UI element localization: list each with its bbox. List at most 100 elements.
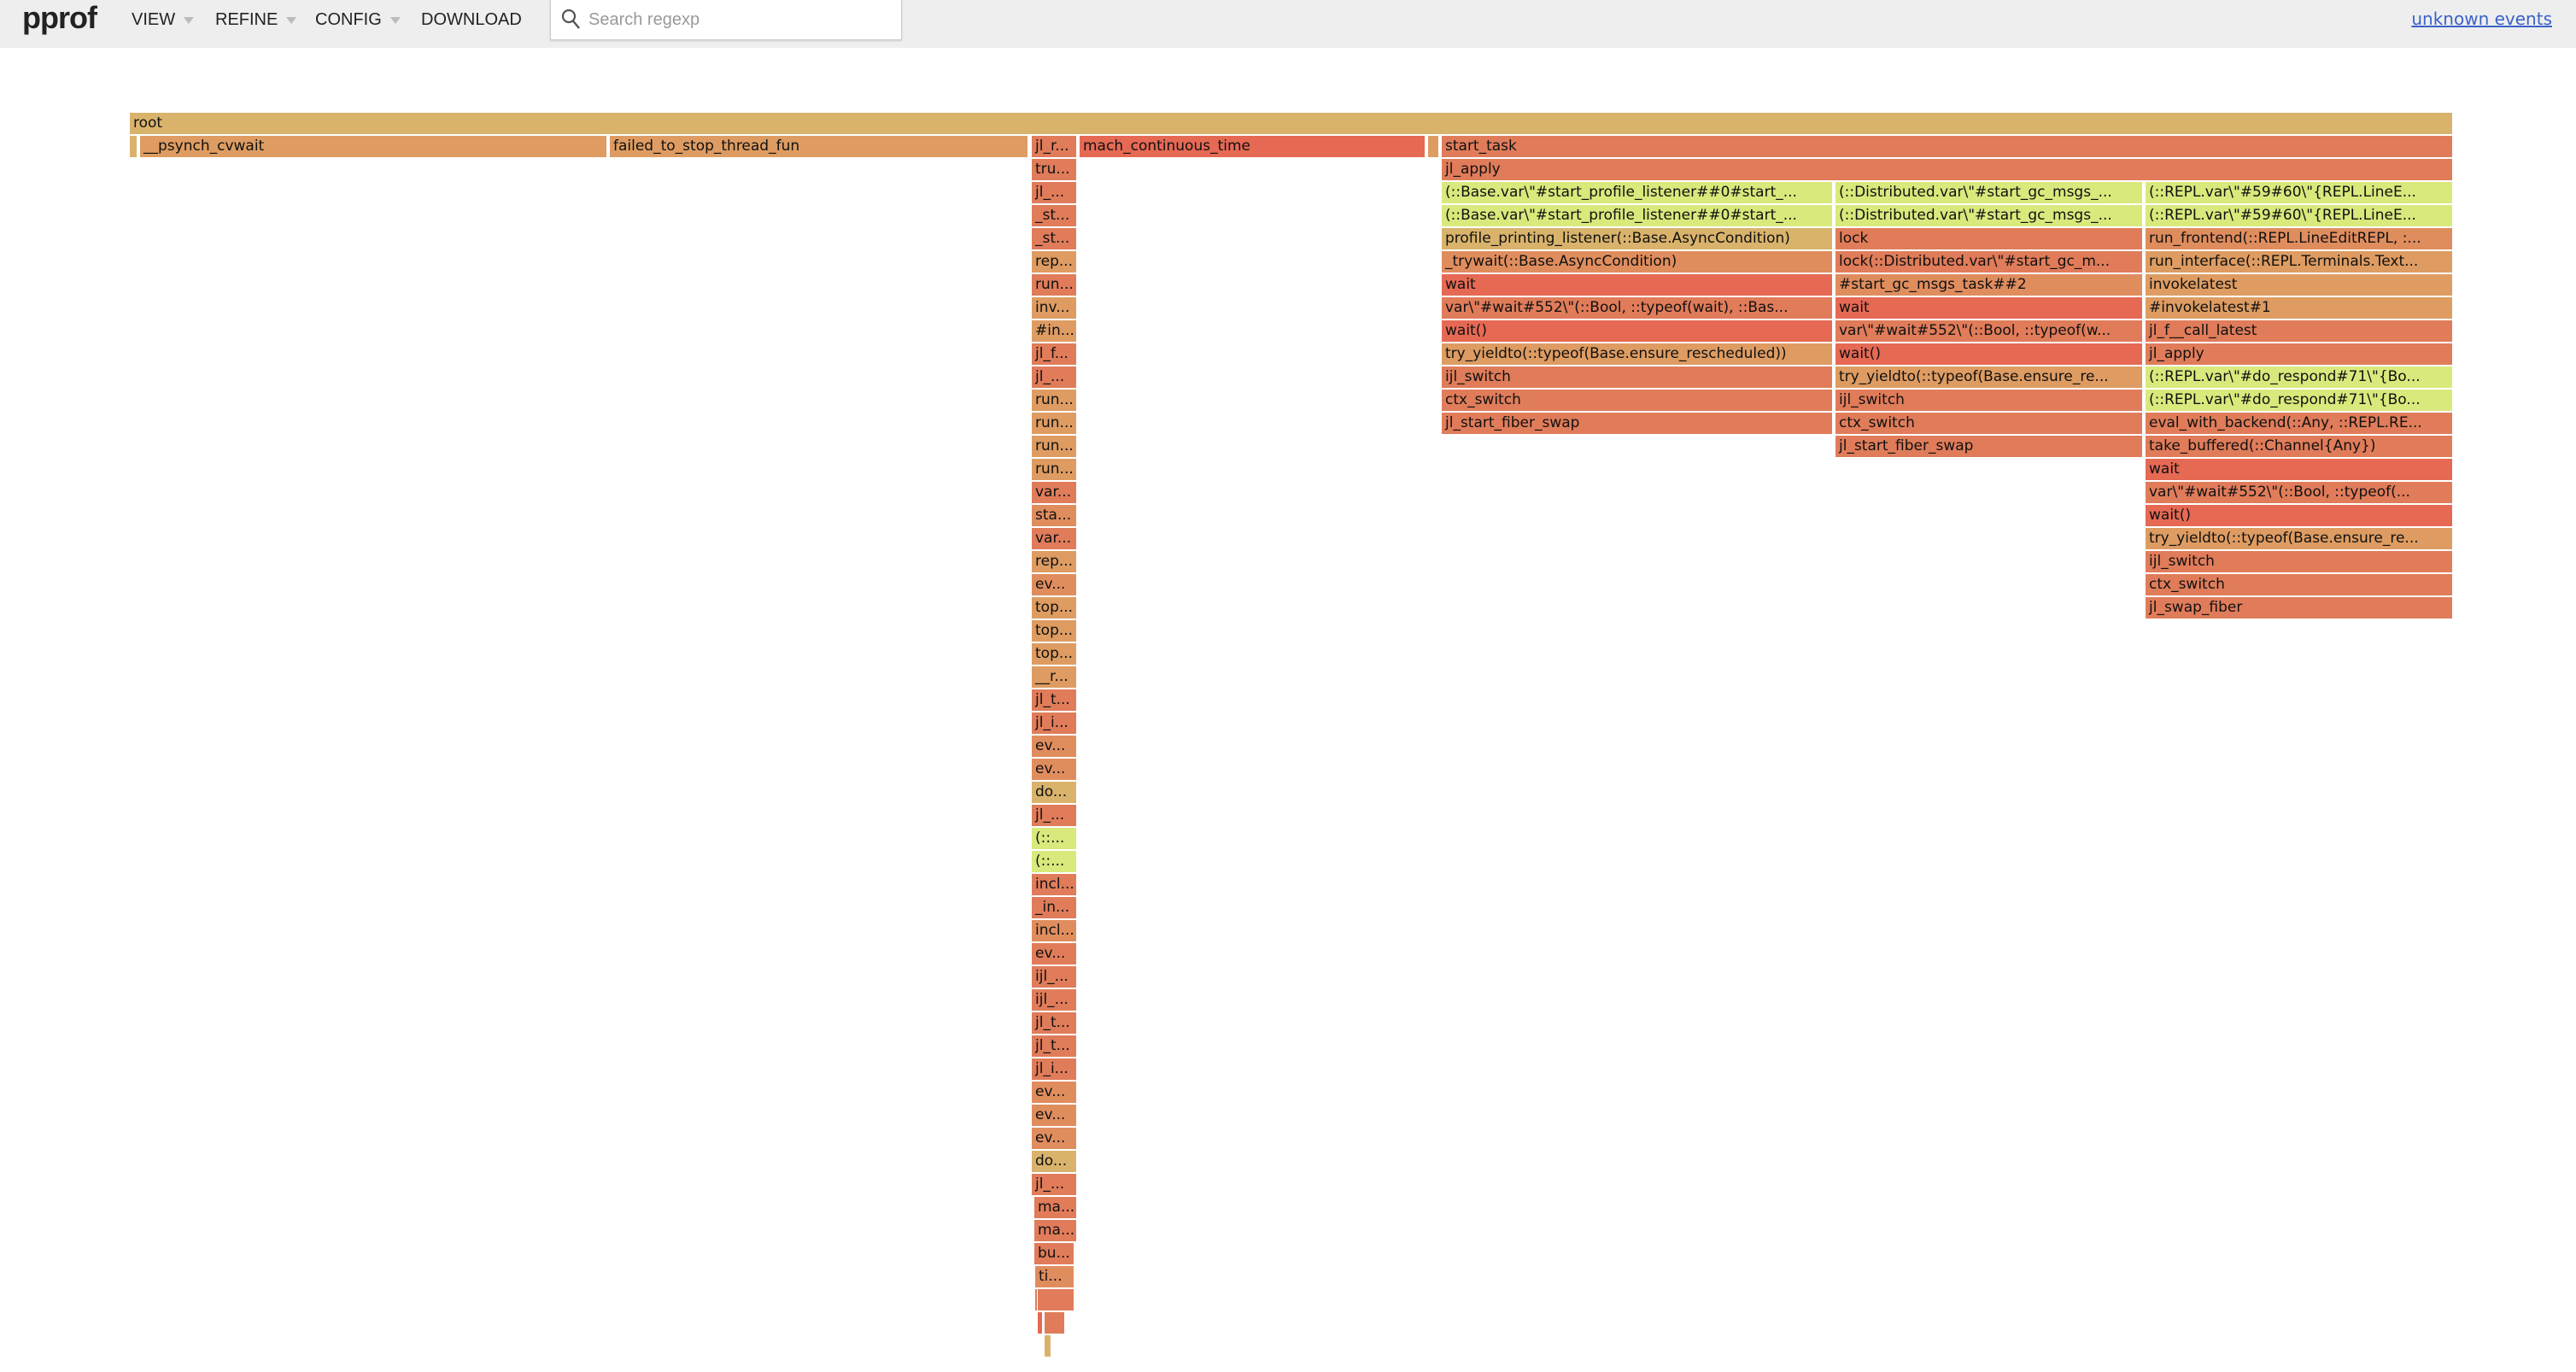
flame-frame[interactable]: top... xyxy=(1032,643,1076,665)
flame-frame[interactable]: rep... xyxy=(1032,251,1076,273)
flame-frame[interactable]: run... xyxy=(1032,436,1076,457)
flame-frame[interactable]: (::Distributed.var\"#start_gc_msgs_... xyxy=(1835,182,2142,203)
flame-frame[interactable]: jl_... xyxy=(1032,366,1076,388)
flame-frame[interactable]: bu... xyxy=(1034,1243,1074,1264)
flame-frame[interactable]: jl_start_fiber_swap xyxy=(1835,436,2142,457)
flame-frame[interactable]: run... xyxy=(1032,274,1076,296)
flame-frame[interactable]: wait xyxy=(1442,274,1832,296)
flame-frame[interactable]: incl... xyxy=(1032,874,1076,895)
flame-frame[interactable]: var\"#wait#552\"(::Bool, ::typeof(w... xyxy=(1835,320,2142,342)
flame-frame[interactable]: jl_f__call_latest xyxy=(2146,320,2452,342)
flame-frame[interactable]: #start_gc_msgs_task##2 xyxy=(1835,274,2142,296)
flame-frame[interactable]: ijl_... xyxy=(1032,966,1076,988)
flame-frame[interactable] xyxy=(1038,1289,1074,1310)
flame-frame[interactable]: failed_to_stop_thread_fun xyxy=(610,136,1027,157)
flame-frame[interactable] xyxy=(130,136,137,157)
flame-frame[interactable]: jl_apply xyxy=(2146,343,2452,365)
flame-frame[interactable] xyxy=(1035,1289,1037,1310)
flame-frame[interactable]: _st... xyxy=(1032,228,1076,249)
flame-frame[interactable] xyxy=(1428,136,1438,157)
flame-frame[interactable]: wait() xyxy=(2146,505,2452,526)
flame-frame[interactable]: start_task xyxy=(1442,136,2452,157)
flame-frame[interactable]: (::... xyxy=(1032,828,1076,849)
flame-frame[interactable]: run... xyxy=(1032,459,1076,480)
flame-frame[interactable]: root xyxy=(130,113,2452,134)
flame-frame[interactable]: ctx_switch xyxy=(1442,390,1832,411)
flame-frame[interactable]: run_interface(::REPL.Terminals.Text... xyxy=(2146,251,2452,273)
flame-frame[interactable]: profile_printing_listener(::Base.AsyncCo… xyxy=(1442,228,1832,249)
flame-frame[interactable]: ijl_... xyxy=(1032,989,1076,1011)
flame-frame[interactable]: ti... xyxy=(1035,1266,1074,1287)
flame-frame[interactable]: wait() xyxy=(1835,343,2142,365)
flame-frame[interactable]: wait xyxy=(2146,459,2452,480)
flame-frame[interactable]: jl_... xyxy=(1032,182,1076,203)
flame-frame[interactable]: top... xyxy=(1032,597,1076,619)
flame-frame[interactable]: lock(::Distributed.var\"#start_gc_m... xyxy=(1835,251,2142,273)
flame-frame[interactable]: _in... xyxy=(1032,897,1076,918)
flame-frame[interactable]: lock xyxy=(1835,228,2142,249)
flame-frame[interactable]: ev... xyxy=(1032,1105,1076,1126)
flame-frame[interactable]: ev... xyxy=(1032,1128,1076,1149)
flame-frame[interactable]: jl_start_fiber_swap xyxy=(1442,413,1832,434)
flame-frame[interactable]: ijl_switch xyxy=(1835,390,2142,411)
flame-frame[interactable]: _trywait(::Base.AsyncCondition) xyxy=(1442,251,1832,273)
flame-frame[interactable]: wait xyxy=(1835,297,2142,319)
flame-frame[interactable]: ijl_switch xyxy=(1442,366,1832,388)
flame-frame[interactable]: jl_apply xyxy=(1442,159,2452,180)
flame-frame[interactable]: jl_i... xyxy=(1032,712,1076,734)
flame-frame[interactable]: jl_r... xyxy=(1032,136,1076,157)
flame-frame[interactable]: jl_f... xyxy=(1032,343,1076,365)
flame-frame[interactable]: invokelatest xyxy=(2146,274,2452,296)
flame-frame[interactable]: ma... xyxy=(1034,1197,1076,1218)
flame-frame[interactable]: ev... xyxy=(1032,943,1076,965)
flame-frame[interactable]: ev... xyxy=(1032,574,1076,595)
flame-frame[interactable]: sta... xyxy=(1032,505,1076,526)
flame-frame[interactable]: rep... xyxy=(1032,551,1076,572)
flame-frame[interactable]: var\"#wait#552\"(::Bool, ::typeof(... xyxy=(2146,482,2452,503)
flame-frame[interactable]: wait() xyxy=(1442,320,1832,342)
flame-frame[interactable] xyxy=(1045,1335,1051,1357)
flame-frame[interactable]: ctx_switch xyxy=(1835,413,2142,434)
flame-frame[interactable]: incl... xyxy=(1032,920,1076,941)
flame-frame[interactable]: tru... xyxy=(1032,159,1076,180)
flame-frame[interactable]: inv... xyxy=(1032,297,1076,319)
flame-frame[interactable]: (::Distributed.var\"#start_gc_msgs_... xyxy=(1835,205,2142,226)
flame-frame[interactable]: run_frontend(::REPL.LineEditREPL, :... xyxy=(2146,228,2452,249)
flame-frame[interactable]: ma... xyxy=(1034,1220,1076,1241)
flame-frame[interactable]: ev... xyxy=(1032,759,1076,780)
flame-frame[interactable]: (::Base.var\"#start_profile_listener##0#… xyxy=(1442,205,1832,226)
flame-frame[interactable]: run... xyxy=(1032,413,1076,434)
flame-frame[interactable]: mach_continuous_time xyxy=(1080,136,1425,157)
flame-frame[interactable]: (::Base.var\"#start_profile_listener##0#… xyxy=(1442,182,1832,203)
flame-frame[interactable]: __psynch_cvwait xyxy=(140,136,606,157)
flame-frame[interactable]: jl_swap_fiber xyxy=(2146,597,2452,619)
flame-frame[interactable]: (::REPL.var\"#do_respond#71\"{Bo... xyxy=(2146,390,2452,411)
flame-frame[interactable]: ijl_switch xyxy=(2146,551,2452,572)
flame-frame[interactable]: (::REPL.var\"#do_respond#71\"{Bo... xyxy=(2146,366,2452,388)
flame-frame[interactable]: __r... xyxy=(1032,666,1076,688)
flame-frame[interactable]: #invokelatest#1 xyxy=(2146,297,2452,319)
flame-frame[interactable]: do... xyxy=(1032,1151,1076,1172)
flame-frame[interactable]: jl_... xyxy=(1032,805,1076,826)
flame-frame[interactable]: var... xyxy=(1032,528,1076,549)
flame-frame[interactable]: jl_t... xyxy=(1032,1035,1076,1057)
flame-frame[interactable]: ctx_switch xyxy=(2146,574,2452,595)
flame-frame[interactable]: ev... xyxy=(1032,1082,1076,1103)
flame-frame[interactable]: jl_i... xyxy=(1032,1058,1076,1080)
flame-frame[interactable]: #in... xyxy=(1032,320,1076,342)
flame-frame[interactable]: jl_t... xyxy=(1032,1012,1076,1034)
flame-frame[interactable]: take_buffered(::Channel{Any}) xyxy=(2146,436,2452,457)
flame-frame[interactable]: var\"#wait#552\"(::Bool, ::typeof(wait),… xyxy=(1442,297,1832,319)
flame-frame[interactable]: do... xyxy=(1032,782,1076,803)
flame-frame[interactable] xyxy=(1045,1312,1064,1334)
flame-frame[interactable] xyxy=(1038,1312,1042,1334)
flame-frame[interactable]: jl_t... xyxy=(1032,689,1076,711)
flame-frame[interactable]: run... xyxy=(1032,390,1076,411)
flame-frame[interactable]: (::REPL.var\"#59#60\"{REPL.LineE... xyxy=(2146,182,2452,203)
flame-frame[interactable]: var... xyxy=(1032,482,1076,503)
flame-frame[interactable]: (::... xyxy=(1032,851,1076,872)
flame-frame[interactable]: top... xyxy=(1032,620,1076,642)
flame-frame[interactable]: eval_with_backend(::Any, ::REPL.RE... xyxy=(2146,413,2452,434)
flame-frame[interactable]: try_yieldto(::typeof(Base.ensure_re... xyxy=(1835,366,2142,388)
flame-frame[interactable]: (::REPL.var\"#59#60\"{REPL.LineE... xyxy=(2146,205,2452,226)
